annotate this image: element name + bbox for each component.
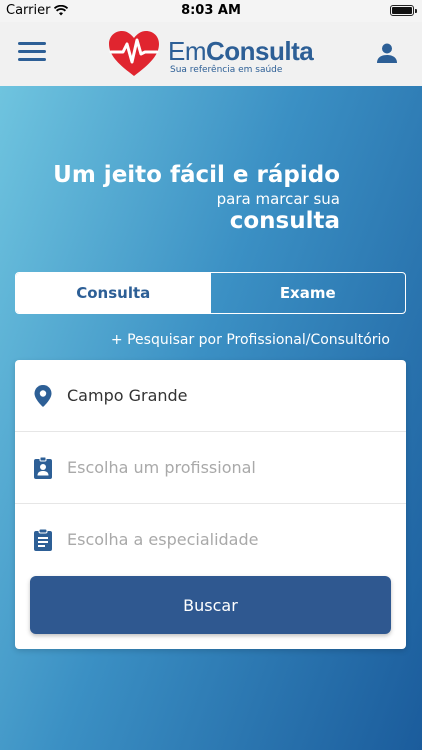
logo-consulta: Consulta [206,36,314,66]
hero-line-3: consulta [229,208,340,234]
hero-headline: Um jeito fácil e rápido para marcar sua … [53,162,340,234]
heart-pulse-icon [109,31,159,76]
search-button[interactable]: Buscar [30,576,391,634]
professional-field[interactable]: Escolha um profissional [15,432,406,504]
search-form-card: Campo Grande Escolha um profissional Esc… [15,360,406,649]
hero-line-1: Um jeito fácil e rápido [53,162,340,188]
location-field[interactable]: Campo Grande [15,360,406,432]
tab-exame[interactable]: Exame [211,273,406,313]
clipboard-icon [34,528,52,551]
tab-consulta[interactable]: Consulta [16,273,211,313]
professional-placeholder: Escolha um profissional [67,458,256,477]
battery-icon [390,5,417,16]
hero-section: Um jeito fácil e rápido para marcar sua … [0,86,422,750]
location-value: Campo Grande [67,386,188,405]
specialty-placeholder: Escolha a especialidade [67,530,259,549]
logo-em: Em [168,36,207,66]
search-by-professional-link[interactable]: + Pesquisar por Profissional/Consultório [111,332,390,348]
map-pin-icon [34,385,52,407]
badge-icon [34,456,52,479]
user-icon[interactable] [376,42,398,64]
logo-wordmark: EmConsulta [168,36,314,67]
status-time: 8:03 AM [181,3,241,18]
specialty-field[interactable]: Escolha a especialidade [15,504,406,576]
top-navbar: EmConsulta Sua referência em saúde [0,22,422,86]
menu-icon[interactable] [18,42,46,66]
logo: EmConsulta Sua referência em saúde [108,30,318,80]
booking-type-tabs: Consulta Exame [15,272,406,314]
hero-line-2: para marcar sua [216,190,340,208]
logo-tagline: Sua referência em saúde [170,65,283,75]
status-bar: Carrier 8:03 AM [0,0,422,22]
